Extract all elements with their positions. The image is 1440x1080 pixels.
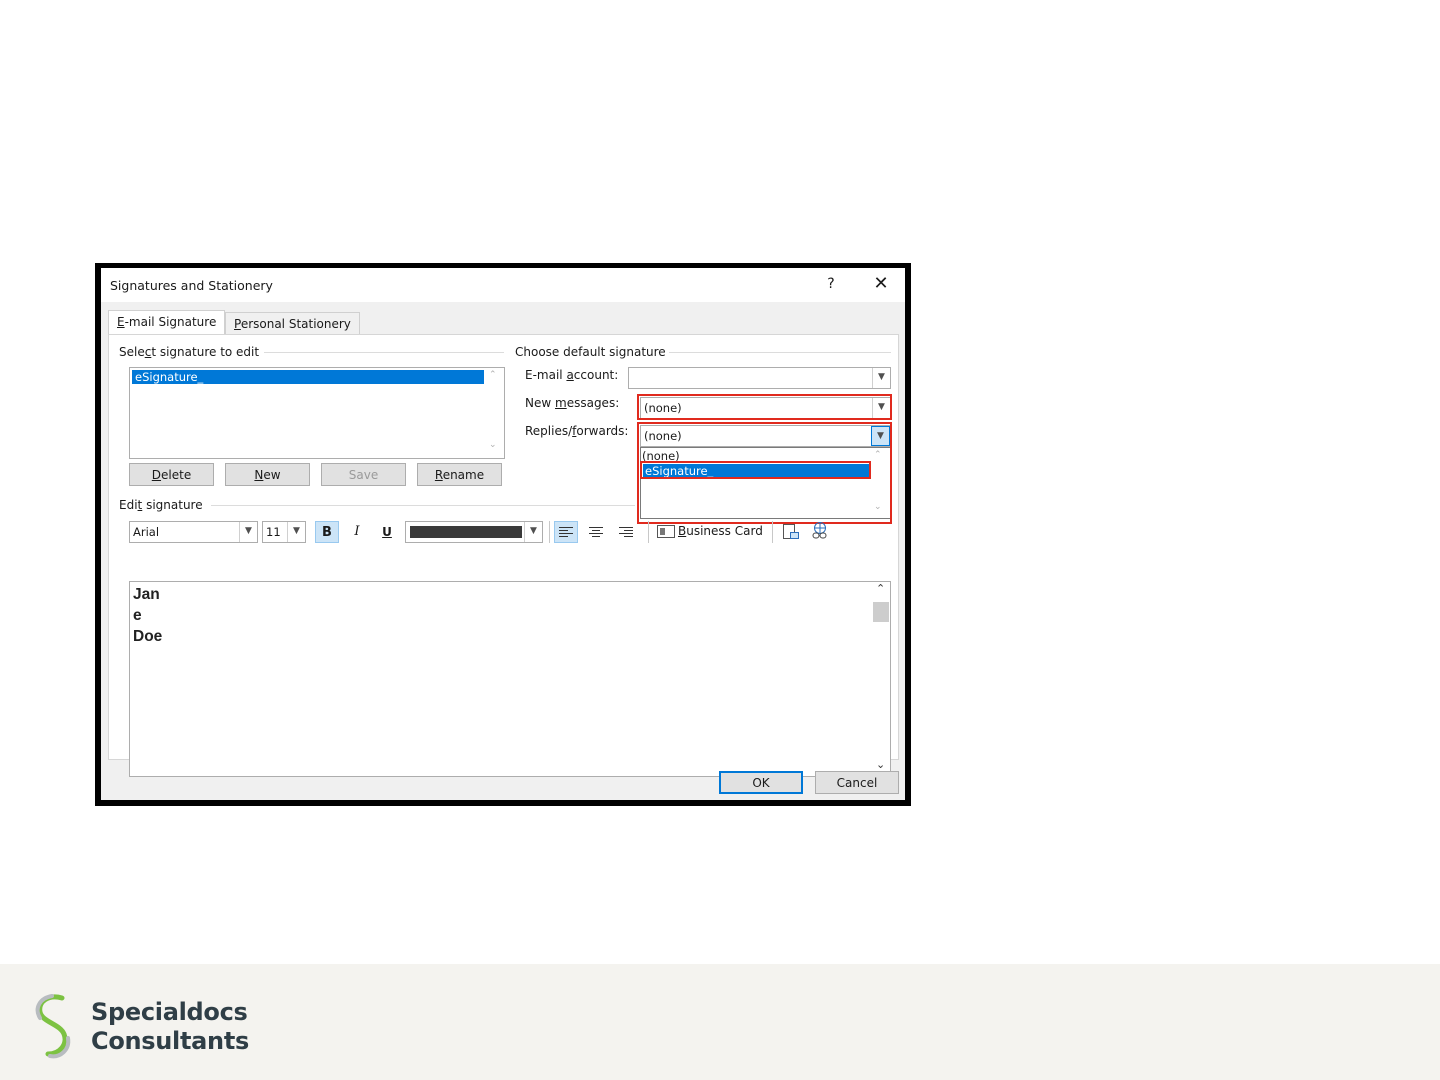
signature-editor[interactable]: Jan e Doe ⌃ ⌄ bbox=[129, 581, 891, 777]
font-color-select[interactable]: ▼ bbox=[405, 521, 543, 543]
footer-bar: Specialdocs Consultants bbox=[0, 964, 1440, 1080]
new-button[interactable]: New bbox=[225, 463, 310, 486]
scroll-thumb[interactable] bbox=[873, 602, 889, 622]
replies-forwards-label: Replies/forwards: bbox=[525, 424, 629, 438]
select-signature-label: Select signature to edit bbox=[119, 345, 260, 359]
delete-button[interactable]: Delete bbox=[129, 463, 214, 486]
group-divider bbox=[264, 352, 504, 353]
email-account-select[interactable]: ▼ bbox=[628, 367, 891, 389]
scroll-up-icon[interactable]: ⌃ bbox=[489, 370, 497, 380]
toolbar-separator bbox=[648, 521, 649, 543]
signature-text[interactable]: Jan e Doe bbox=[133, 584, 162, 647]
signature-list-item[interactable]: eSignature_ bbox=[132, 370, 484, 384]
close-icon[interactable]: ✕ bbox=[869, 273, 893, 295]
align-left-icon[interactable] bbox=[554, 521, 578, 543]
align-center-icon[interactable] bbox=[584, 521, 608, 543]
business-card-button[interactable]: Business Card bbox=[678, 524, 763, 538]
signature-line: e bbox=[133, 607, 142, 624]
bold-button[interactable]: B bbox=[315, 521, 339, 543]
editor-scrollbar[interactable]: ⌃ ⌄ bbox=[872, 582, 890, 776]
edit-signature-label: Edit signature bbox=[119, 498, 203, 512]
email-account-label: E-mail account: bbox=[525, 368, 619, 382]
chevron-down-icon[interactable]: ▼ bbox=[872, 368, 890, 388]
help-button[interactable]: ? bbox=[821, 274, 841, 294]
choose-default-label: Choose default signature bbox=[515, 345, 666, 359]
brand-line-1: Specialdocs bbox=[91, 998, 248, 1026]
scroll-down-icon[interactable]: ⌄ bbox=[489, 440, 497, 450]
italic-button[interactable]: I bbox=[345, 521, 369, 543]
business-card-icon[interactable] bbox=[657, 525, 675, 538]
signature-line: Doe bbox=[133, 628, 163, 645]
signature-line: Jan bbox=[133, 586, 160, 603]
signature-list[interactable]: eSignature_ ⌃ ⌄ bbox=[129, 367, 505, 459]
underline-button[interactable]: U bbox=[375, 521, 399, 543]
insert-hyperlink-icon[interactable] bbox=[810, 521, 830, 541]
tab-personal-stationery[interactable]: Personal Stationery bbox=[225, 312, 360, 335]
font-size-select[interactable]: 11 ▼ bbox=[262, 521, 306, 543]
title-bar: Signatures and Stationery ? ✕ bbox=[101, 268, 905, 302]
tab-email-signature[interactable]: E-mail Signature bbox=[108, 310, 226, 335]
signature-list-scrollbar[interactable]: ⌃ ⌄ bbox=[486, 368, 503, 456]
font-select[interactable]: Arial ▼ bbox=[129, 521, 258, 543]
dialog-title: Signatures and Stationery bbox=[110, 278, 273, 293]
highlight-callout-new-messages bbox=[637, 394, 892, 420]
brand-line-2: Consultants bbox=[91, 1027, 249, 1055]
specialdocs-logo-icon bbox=[35, 994, 71, 1059]
save-button[interactable]: Save bbox=[321, 463, 406, 486]
toolbar-separator bbox=[549, 521, 550, 543]
insert-picture-icon[interactable] bbox=[782, 523, 800, 541]
cancel-button[interactable]: Cancel bbox=[815, 771, 899, 794]
ok-button[interactable]: OK bbox=[719, 771, 803, 794]
chevron-down-icon[interactable]: ▼ bbox=[239, 522, 257, 542]
highlight-callout-esignature bbox=[640, 461, 871, 479]
group-divider bbox=[669, 352, 891, 353]
chevron-down-icon[interactable]: ▼ bbox=[287, 522, 305, 542]
scroll-up-icon[interactable]: ⌃ bbox=[876, 582, 885, 595]
toolbar-separator bbox=[772, 521, 773, 543]
new-messages-label: New messages: bbox=[525, 396, 620, 410]
chevron-down-icon[interactable]: ▼ bbox=[524, 522, 542, 542]
rename-button[interactable]: Rename bbox=[417, 463, 502, 486]
group-divider bbox=[211, 505, 635, 506]
font-color-swatch bbox=[410, 526, 522, 538]
align-right-icon[interactable] bbox=[614, 521, 638, 543]
signatures-dialog: Signatures and Stationery ? ✕ E-mail Sig… bbox=[101, 268, 905, 800]
email-signature-panel: Select signature to edit eSignature_ ⌃ ⌄… bbox=[108, 334, 899, 777]
brand-name: Specialdocs Consultants bbox=[91, 998, 249, 1056]
dialog-client: E-mail Signature Personal Stationery Sel… bbox=[101, 302, 905, 800]
scroll-down-icon[interactable]: ⌄ bbox=[876, 758, 885, 771]
